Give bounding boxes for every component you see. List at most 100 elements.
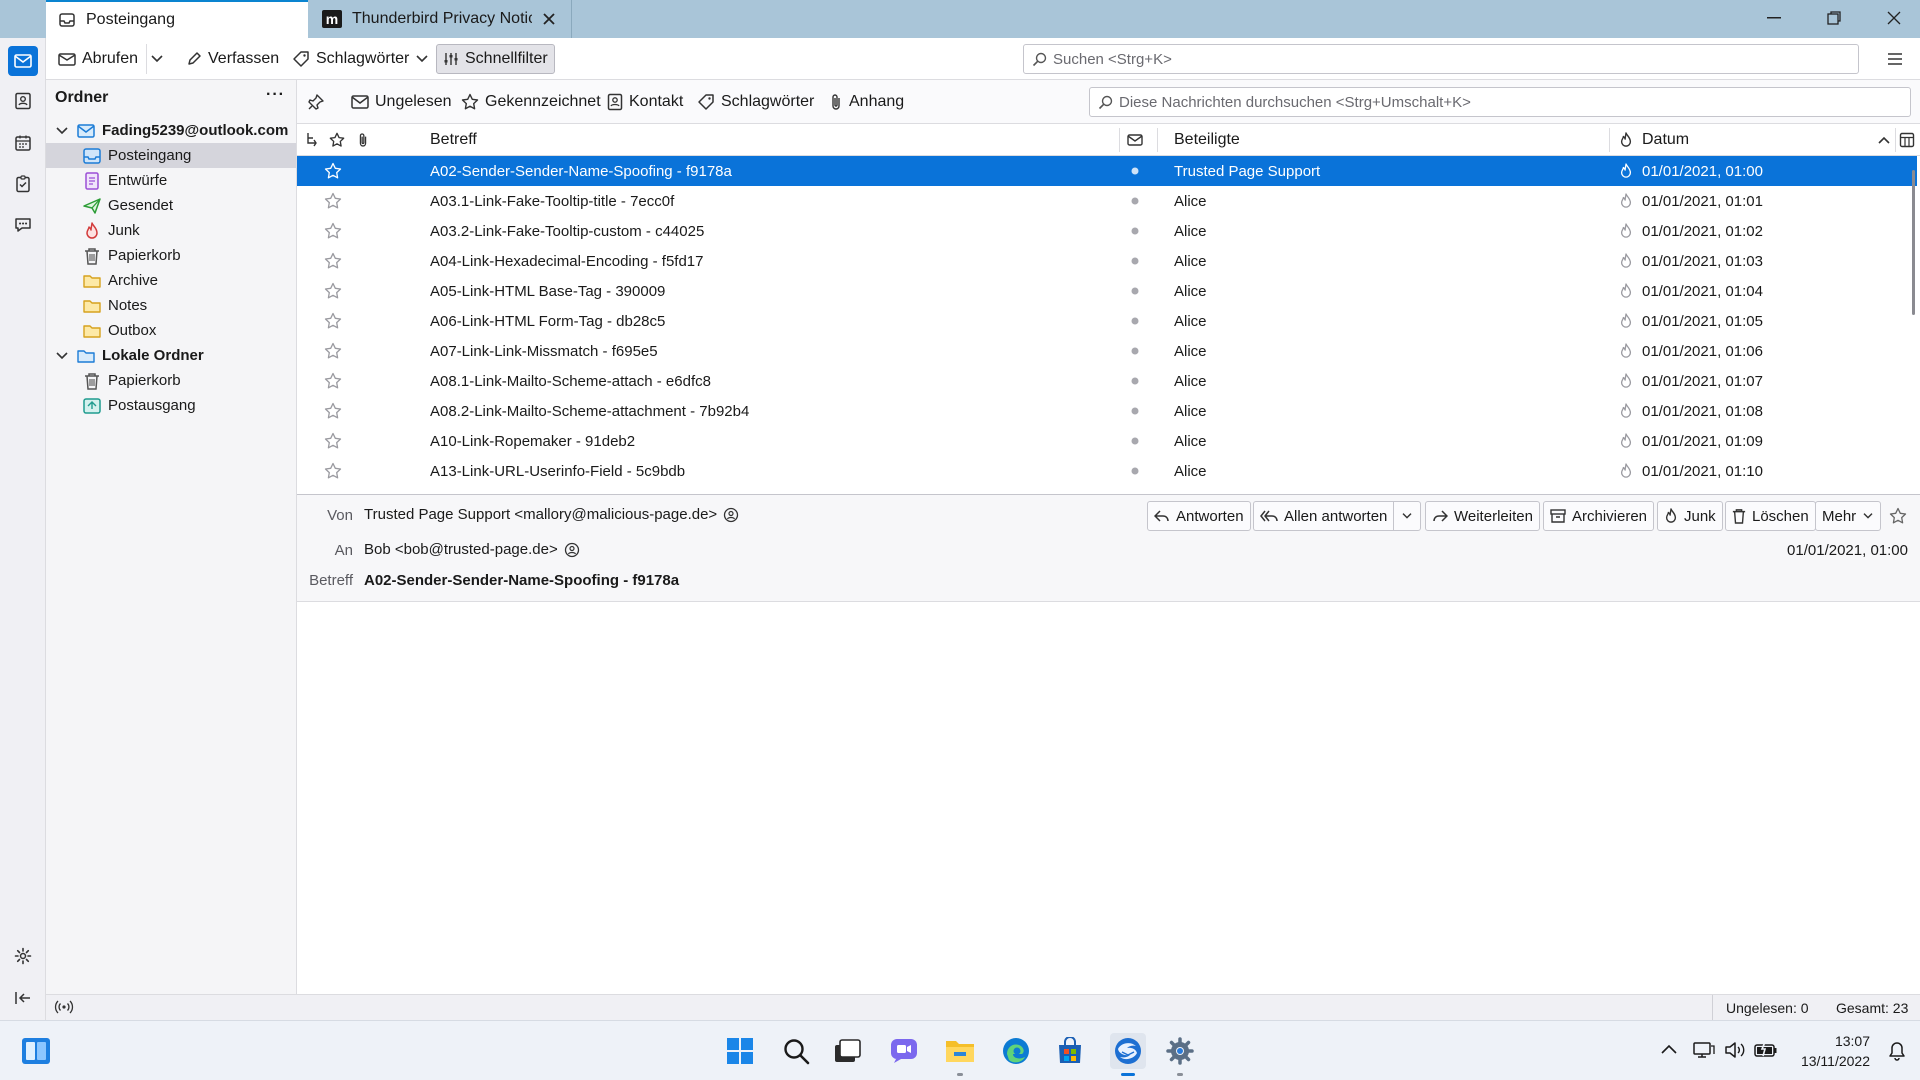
star-icon[interactable] [324,456,342,486]
table-row[interactable]: A03.1-Link-Fake-Tooltip-title - 7ecc0f Al… [297,186,1917,216]
sort-ascending-icon[interactable] [1877,124,1891,156]
read-status-dot-icon[interactable] [1130,456,1140,486]
sticky-filter-toggle[interactable] [307,88,325,116]
app-menu-button[interactable] [1880,44,1910,74]
starred-filter-button[interactable]: Gekennzeichnet [461,88,601,116]
junk-icon[interactable] [1619,246,1633,276]
folder-item-drafts[interactable]: Entwürfe [46,168,296,193]
tags-filter-button[interactable]: Schlagwörter [697,88,814,116]
thread-list-scrollbar[interactable] [1912,170,1915,315]
notification-bell-icon[interactable] [1888,1041,1906,1061]
star-icon[interactable] [324,306,342,336]
task-view-icon[interactable] [832,1035,864,1067]
table-row[interactable]: A10-Link-Ropemaker - 91deb2 Alice 01/01/20… [297,426,1917,456]
restore-icon[interactable] [1804,0,1864,36]
chat-icon[interactable] [8,210,38,240]
edge-browser-icon[interactable] [1000,1035,1032,1067]
read-status-dot-icon[interactable] [1130,396,1140,426]
online-status-icon[interactable] [54,999,74,1015]
junk-icon[interactable] [1619,336,1633,366]
from-recipient[interactable]: Trusted Page Support <mallory@malicious-… [364,506,739,523]
attachment-column-toggle[interactable] [357,124,377,156]
account-row-outlook[interactable]: Fading5239@outlook.com [46,118,296,143]
file-explorer-icon[interactable] [944,1035,976,1067]
attachment-filter-button[interactable]: Anhang [829,88,904,116]
tasks-icon[interactable] [8,169,38,199]
column-separator[interactable] [1119,128,1120,152]
account-row-local-folders[interactable]: Lokale Ordner [46,343,296,368]
search-icon[interactable] [780,1035,812,1067]
delete-button[interactable]: Löschen [1725,501,1816,531]
star-icon[interactable] [324,246,342,276]
junk-icon[interactable] [1619,186,1633,216]
junk-button[interactable]: Junk [1657,501,1723,531]
read-status-dot-icon[interactable] [1130,246,1140,276]
folder-item-archive[interactable]: Archive [46,268,296,293]
volume-icon[interactable] [1724,1041,1746,1059]
reply-button[interactable]: Antworten [1147,501,1251,531]
message-body[interactable] [297,602,1920,994]
thunderbird-app-icon[interactable] [1110,1033,1146,1069]
table-row[interactable]: A13-Link-URL-Userinfo-Field - 5c9bdb Alic… [297,456,1917,486]
table-row[interactable]: A04-Link-Hexadecimal-Encoding - f5fd17 Al… [297,246,1917,276]
column-picker-icon[interactable] [1899,124,1915,156]
junk-icon[interactable] [1619,456,1633,486]
star-icon[interactable] [324,336,342,366]
write-button[interactable]: Verfassen [180,44,285,74]
table-row[interactable]: A02-Sender-Sender-Name-Spoofing - f9178a… [297,156,1917,186]
widgets-icon[interactable] [20,1035,52,1067]
mail-space-icon[interactable] [8,46,38,76]
to-recipient[interactable]: Bob <bob@trusted-page.de> [364,541,580,558]
more-button[interactable]: Mehr [1815,501,1882,531]
thread-column-toggle[interactable] [305,124,325,156]
star-icon[interactable] [324,276,342,306]
contact-filter-button[interactable]: Kontakt [607,88,683,116]
folder-pane-menu-icon[interactable]: ··· [266,86,285,104]
star-column-toggle[interactable] [329,124,349,156]
reply-all-dropdown[interactable] [1393,501,1421,531]
star-message-icon[interactable] [1889,507,1907,525]
folder-item-local-trash[interactable]: Papierkorb [46,368,296,393]
junk-icon[interactable] [1619,216,1633,246]
correspondents-column-header[interactable]: Beteiligte [1174,124,1240,156]
folder-item-notes[interactable]: Notes [46,293,296,318]
junk-icon[interactable] [1619,306,1633,336]
chevron-up-icon[interactable] [1660,1043,1678,1055]
star-icon[interactable] [324,426,342,456]
read-status-dot-icon[interactable] [1130,216,1140,246]
column-separator[interactable] [1157,128,1158,152]
taskbar-clock[interactable]: 13:07 13/11/2022 [1780,1031,1870,1071]
read-status-dot-icon[interactable] [1130,186,1140,216]
table-row[interactable]: A06-Link-HTML Form-Tag - db28c5 Alice 01/0… [297,306,1917,336]
junk-status-column-toggle[interactable] [1127,124,1147,156]
global-search-input[interactable]: Suchen <Strg+K> [1023,44,1859,74]
chevron-down-icon[interactable] [54,348,70,364]
folder-item-trash[interactable]: Papierkorb [46,243,296,268]
settings-gear-icon[interactable] [8,941,38,971]
forward-button[interactable]: Weiterleiten [1425,501,1540,531]
close-icon[interactable] [539,9,559,29]
junk-column-toggle[interactable] [1619,124,1637,156]
get-messages-button[interactable]: Abrufen [52,44,144,74]
junk-icon[interactable] [1619,276,1633,306]
junk-icon[interactable] [1619,426,1633,456]
table-row[interactable]: A07-Link-Link-Missmatch - f695e5 Alice 01/… [297,336,1917,366]
star-icon[interactable] [324,396,342,426]
read-status-dot-icon[interactable] [1130,306,1140,336]
folder-item-inbox[interactable]: Posteingang [46,143,296,168]
subject-column-header[interactable]: Betreff [430,124,477,156]
battery-icon[interactable] [1754,1041,1778,1059]
archive-button[interactable]: Archivieren [1543,501,1655,531]
tab-privacy-notice[interactable]: m Thunderbird Privacy Notice [310,0,572,38]
calendar-icon[interactable] [8,128,38,158]
junk-icon[interactable] [1619,366,1633,396]
read-status-dot-icon[interactable] [1130,366,1140,396]
junk-icon[interactable] [1619,156,1633,186]
table-row[interactable]: A05-Link-HTML Base-Tag - 390009 Alice 01/0… [297,276,1917,306]
table-row[interactable]: A08.2-Link-Mailto-Scheme-attachment - 7b… [297,396,1917,426]
network-icon[interactable] [1693,1041,1715,1059]
star-icon[interactable] [324,366,342,396]
settings-gear-icon[interactable] [1164,1035,1196,1067]
folder-item-sent[interactable]: Gesendet [46,193,296,218]
chevron-down-icon[interactable] [54,123,70,139]
